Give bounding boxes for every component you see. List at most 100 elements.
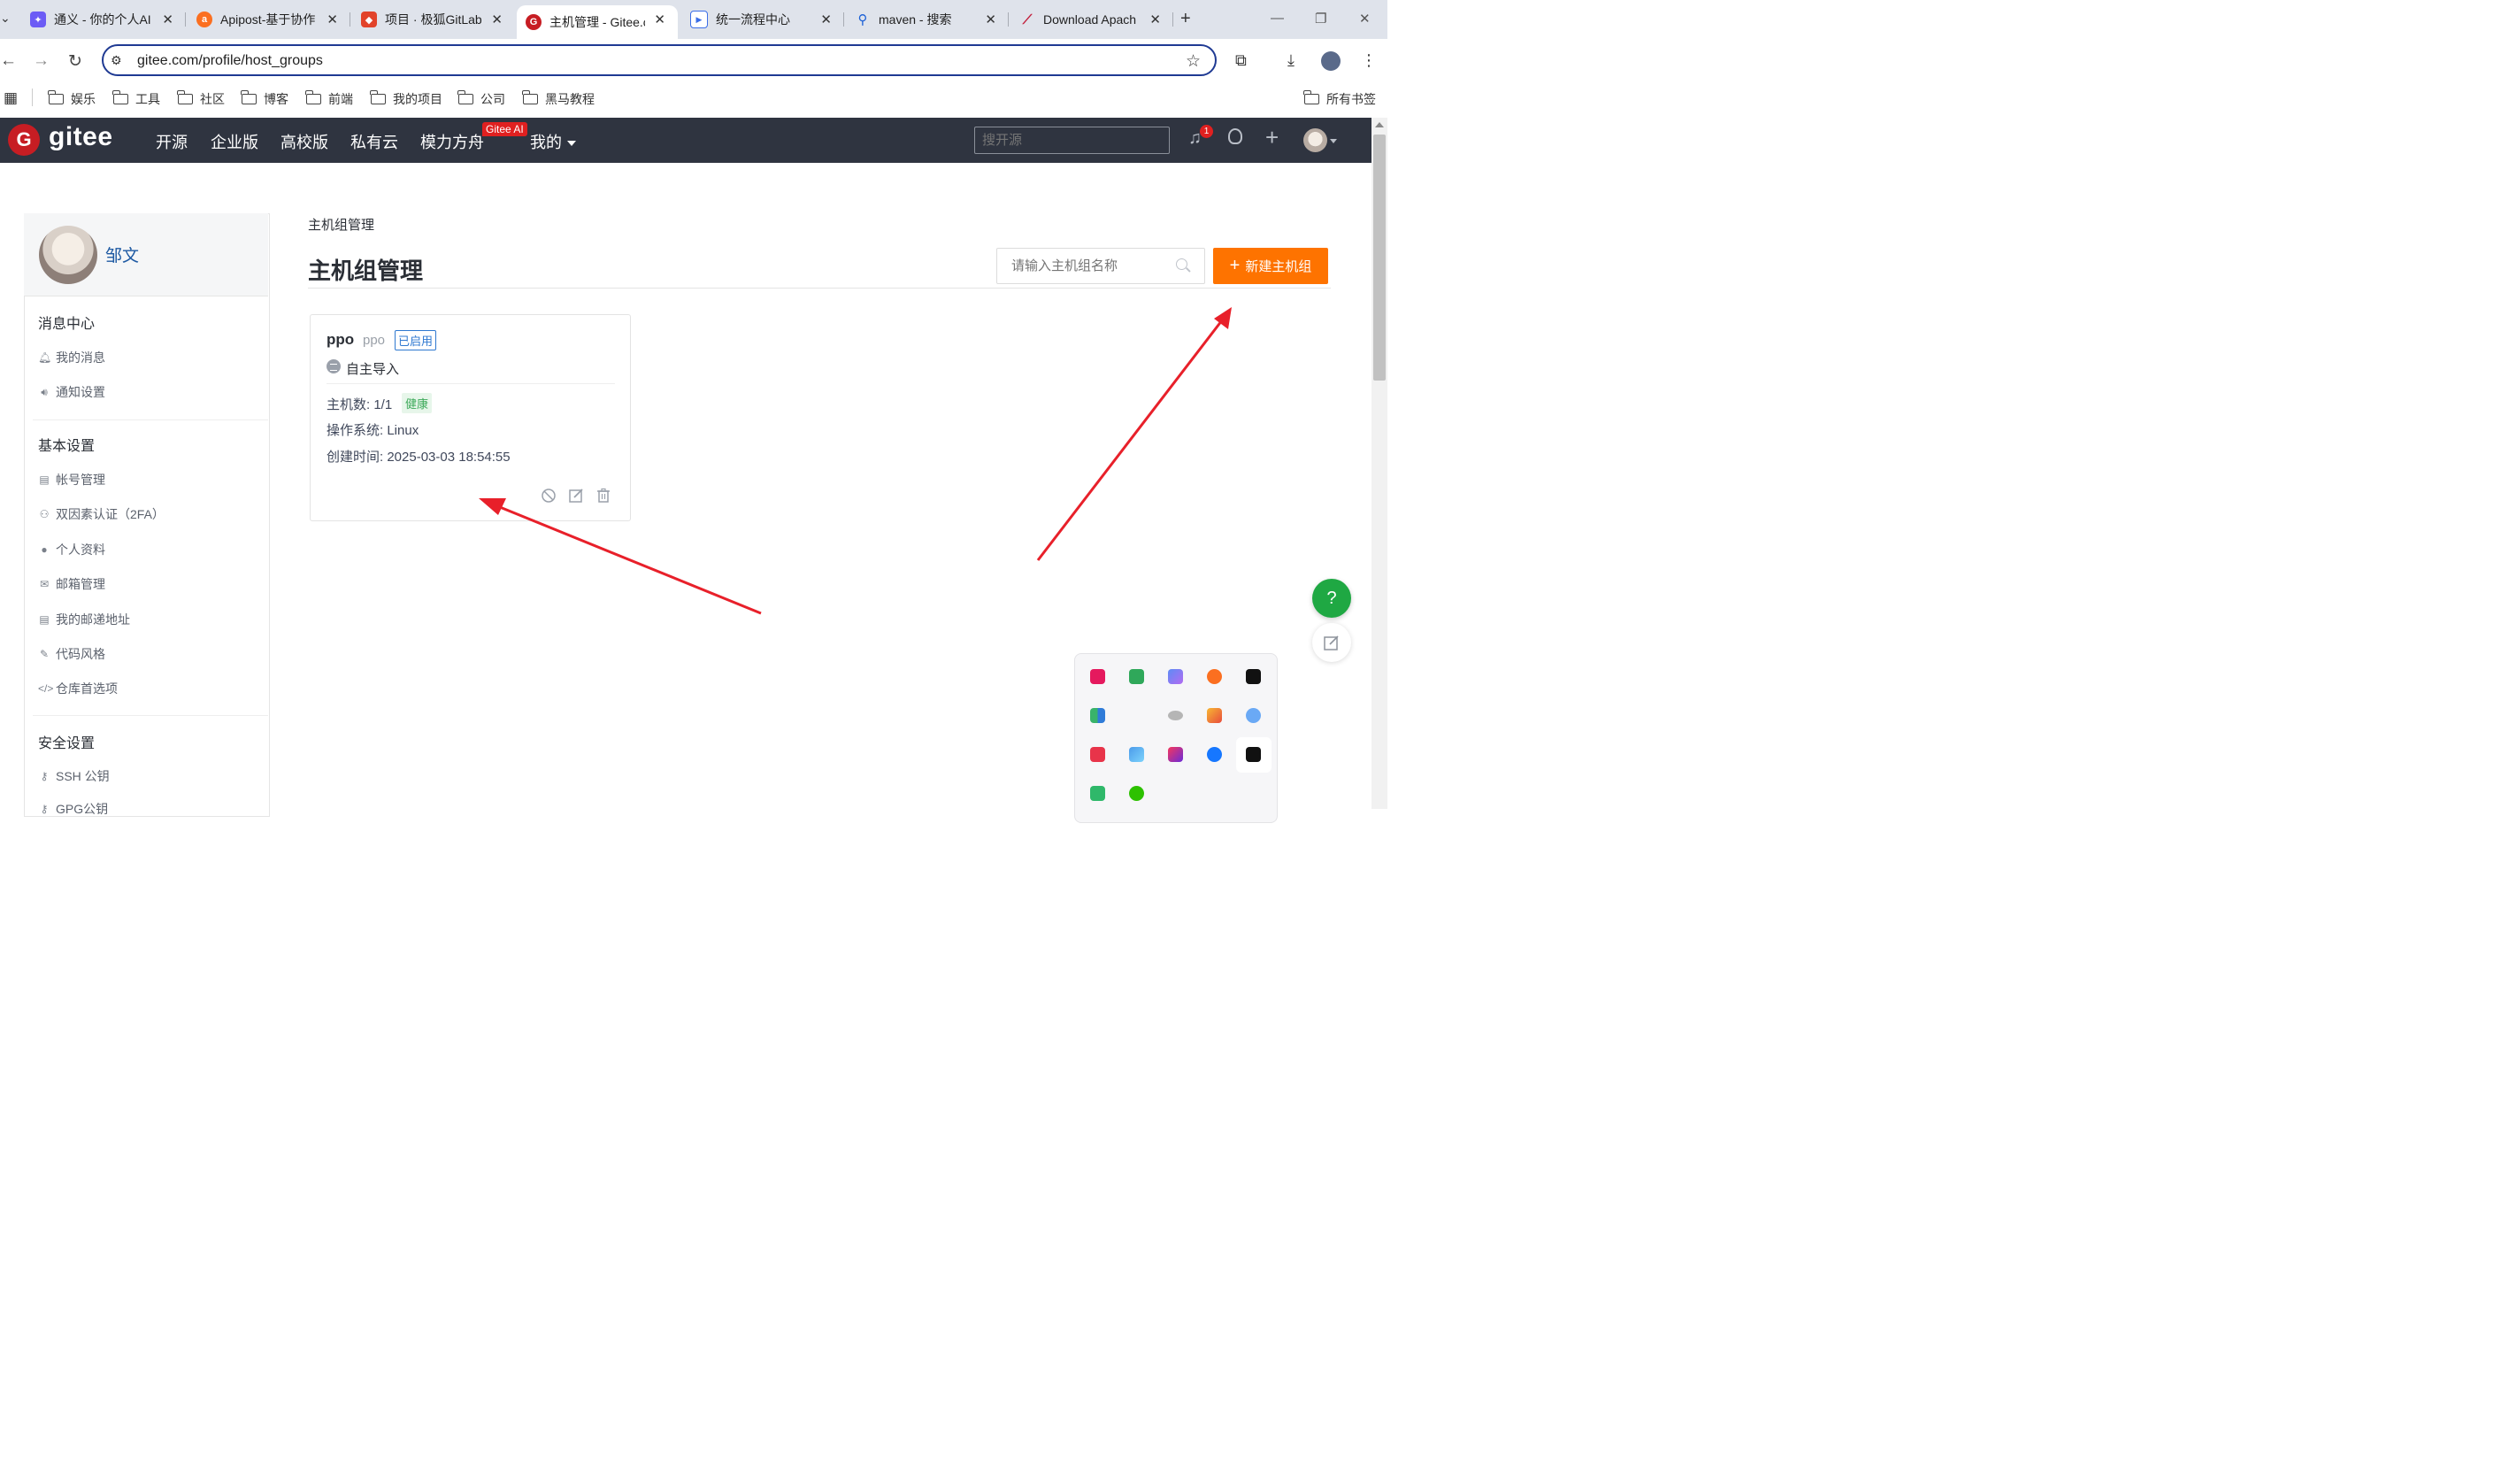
nav-education[interactable]: 高校版 <box>280 130 328 153</box>
sidebar-item-notification-settings[interactable]: 🔊︎ 通知设置 <box>38 383 105 401</box>
sidebar-item-address[interactable]: ▤ 我的邮递地址 <box>38 611 130 628</box>
bookmark-folder[interactable]: 娱乐 <box>48 90 96 108</box>
site-settings-icon[interactable]: ⚙ <box>111 53 122 68</box>
tray-app-icon[interactable] <box>1246 747 1261 762</box>
global-search-input[interactable] <box>974 127 1170 154</box>
title-divider <box>308 288 1331 289</box>
breadcrumb[interactable]: 主机组管理 <box>308 215 374 234</box>
tab-tongyi[interactable]: ✦ 通义 - 你的个人AI ✕ <box>19 0 186 39</box>
bookmark-label: 我的项目 <box>393 92 442 106</box>
tab-apipost[interactable]: a Apipost-基于协作 ✕ <box>186 0 350 39</box>
tray-app-icon[interactable] <box>1168 669 1183 684</box>
profile-avatar[interactable] <box>1321 51 1341 71</box>
lightbulb-icon[interactable] <box>1228 128 1242 144</box>
host-group-name[interactable]: ppo <box>327 331 354 349</box>
tab-search-chevron-icon[interactable]: ⌄ <box>0 11 11 26</box>
bookmark-folder[interactable]: 前端 <box>305 90 353 108</box>
nav-open-source[interactable]: 开源 <box>156 130 188 153</box>
user-avatar-small[interactable] <box>1303 128 1327 152</box>
gitee-logo-text[interactable]: gitee <box>49 122 113 152</box>
extensions-icon[interactable]: ⧉ <box>1235 51 1247 70</box>
sidebar-item-code-style[interactable]: ✎ 代码风格 <box>38 645 105 663</box>
window-close-icon[interactable]: ✕ <box>1359 11 1371 27</box>
tab-download-apache[interactable]: ⟋ Download Apach ✕ <box>1009 0 1173 39</box>
sidebar-item-ssh-keys[interactable]: ⚷ SSH 公钥 <box>38 767 110 785</box>
download-icon[interactable]: ⤓ <box>1287 51 1295 70</box>
feedback-button[interactable] <box>1312 623 1351 662</box>
close-icon[interactable]: ✕ <box>491 12 503 27</box>
nav-mine[interactable]: 我的 <box>530 130 576 153</box>
new-host-group-button[interactable]: + 新建主机组 <box>1213 248 1328 284</box>
sidebar-item-label: 双因素认证（2FA） <box>56 507 165 521</box>
bookmark-folder[interactable]: 黑马教程 <box>522 90 595 108</box>
new-tab-plus-icon[interactable]: + <box>1180 9 1191 29</box>
close-icon[interactable]: ✕ <box>162 12 173 27</box>
tray-cloud-icon[interactable] <box>1168 711 1183 720</box>
avatar[interactable] <box>39 226 97 284</box>
nav-enterprise[interactable]: 企业版 <box>211 130 258 153</box>
nav-moli-fangzhou[interactable]: 模力方舟 <box>420 130 484 153</box>
reload-icon[interactable]: ↻ <box>68 51 82 72</box>
restore-icon[interactable]: ❐ <box>1315 11 1326 27</box>
tray-app-icon[interactable] <box>1207 708 1222 723</box>
tab-maven-search[interactable]: ⚲ maven - 搜索 ✕ <box>844 0 1009 39</box>
bookmark-divider <box>32 89 33 106</box>
tab-flow-center[interactable]: ▶ 统一流程中心 ✕ <box>680 0 844 39</box>
host-group-search-input[interactable] <box>996 248 1205 284</box>
search-icon[interactable] <box>1176 258 1187 270</box>
bookmark-folder[interactable]: 我的项目 <box>370 90 442 108</box>
close-icon[interactable]: ✕ <box>1149 12 1161 27</box>
tray-bluetooth-icon[interactable] <box>1207 747 1222 762</box>
sidebar-item-account[interactable]: ▤ 帐号管理 <box>38 471 105 489</box>
help-button[interactable]: ? <box>1312 579 1351 618</box>
forward-arrow-icon[interactable]: → <box>33 51 50 71</box>
tray-app-icon[interactable] <box>1090 669 1105 684</box>
tray-app-icon[interactable] <box>1129 747 1144 762</box>
back-arrow-icon[interactable]: ← <box>0 51 17 71</box>
disable-icon[interactable] <box>541 488 557 504</box>
bookmark-folder[interactable]: 社区 <box>177 90 225 108</box>
more-menu-icon[interactable]: ⋮ <box>1361 51 1377 70</box>
edit-icon[interactable] <box>568 488 584 504</box>
sidebar-item-2fa[interactable]: ⚇ 双因素认证（2FA） <box>38 505 165 523</box>
sidebar-username[interactable]: 邹文 <box>105 242 139 266</box>
close-icon[interactable]: ✕ <box>654 12 665 27</box>
all-bookmarks[interactable]: 所有书签 <box>1303 90 1376 108</box>
tray-apipost-icon[interactable] <box>1207 669 1222 684</box>
gitee-logo-icon[interactable]: G <box>8 124 40 156</box>
bookmark-folder[interactable]: 公司 <box>457 90 505 108</box>
gitlab-icon: ◆ <box>361 12 377 27</box>
close-icon[interactable]: ✕ <box>327 12 338 27</box>
tray-tiktok-icon[interactable] <box>1246 669 1261 684</box>
tray-app-icon[interactable] <box>1246 708 1261 723</box>
tray-jetbrains-icon[interactable] <box>1168 747 1183 762</box>
tray-wechat-icon[interactable] <box>1129 786 1144 801</box>
bookmark-star-icon[interactable]: ☆ <box>1186 51 1201 72</box>
tray-app-icon[interactable] <box>1090 708 1105 723</box>
nav-private-cloud[interactable]: 私有云 <box>350 130 398 153</box>
url-text[interactable]: gitee.com/profile/host_groups <box>137 53 323 69</box>
close-icon[interactable]: ✕ <box>820 12 832 27</box>
scrollbar-thumb[interactable] <box>1373 135 1386 381</box>
minimize-icon[interactable]: — <box>1271 11 1284 26</box>
tray-app-icon[interactable] <box>1090 747 1105 762</box>
bookmark-folder[interactable]: 工具 <box>112 90 160 108</box>
delete-icon[interactable] <box>595 488 611 504</box>
tab-gitlab[interactable]: ◆ 项目 · 极狐GitLab ✕ <box>350 0 515 39</box>
sidebar-item-gpg-keys[interactable]: ⚷ GPG公钥 <box>38 800 109 818</box>
sidebar-item-label: 代码风格 <box>56 647 105 661</box>
sidebar-item-email[interactable]: ✉ 邮箱管理 <box>38 575 105 593</box>
tray-app-icon[interactable] <box>1090 786 1105 801</box>
tray-xshell-icon[interactable] <box>1129 669 1144 684</box>
tab-gitee-active[interactable]: G 主机管理 - Gitee.c ✕ <box>517 5 678 39</box>
close-icon[interactable]: ✕ <box>985 12 996 27</box>
sidebar-item-label: 我的消息 <box>56 350 105 365</box>
sidebar-item-profile[interactable]: ● 个人资料 <box>38 541 105 558</box>
sidebar-item-my-messages[interactable]: 🔔︎ 我的消息 <box>38 349 105 366</box>
plus-icon[interactable]: + <box>1265 124 1279 151</box>
sidebar-item-repo-preferences[interactable]: </> 仓库首选项 <box>38 680 118 697</box>
bookmark-folder[interactable]: 博客 <box>241 90 288 108</box>
caret-down-icon[interactable] <box>1330 139 1337 143</box>
scroll-up-icon[interactable] <box>1375 122 1384 127</box>
apps-grid-icon[interactable]: ▦ <box>4 89 18 107</box>
